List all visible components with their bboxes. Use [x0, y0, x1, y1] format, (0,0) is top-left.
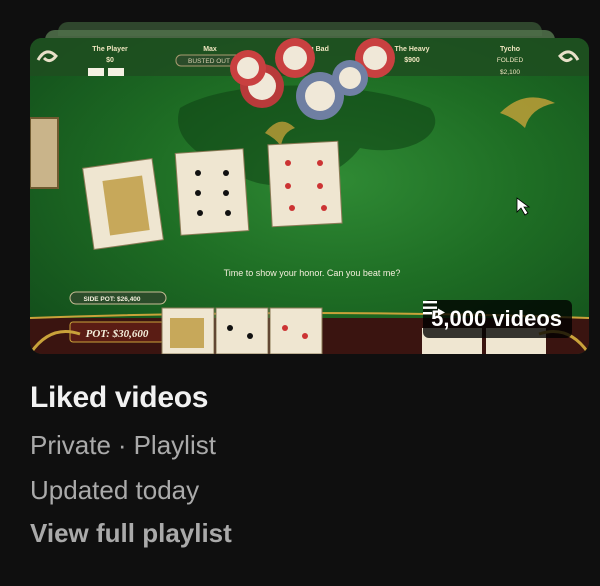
- player-name: Max: [203, 46, 217, 53]
- game-dialogue: Time to show your honor. Can you beat me…: [224, 268, 401, 278]
- playlist-queue-icon: [423, 301, 446, 316]
- visibility-label: Private: [30, 430, 111, 460]
- playlist-meta: Private · Playlist: [30, 430, 216, 461]
- player-chips: $0: [106, 57, 114, 64]
- player-name: The Heavy: [394, 46, 429, 53]
- player-status: BUSTED OUT: [188, 58, 230, 65]
- playlist-card[interactable]: The Player $0 Max BUSTED OUT Strong Bad …: [0, 0, 600, 586]
- playlist-type-label: Playlist: [133, 430, 216, 460]
- playlist-thumbnail[interactable]: The Player $0 Max BUSTED OUT Strong Bad …: [30, 38, 589, 354]
- video-count-badge: 5,000 videos: [423, 300, 572, 338]
- player-chips: $2,100: [500, 69, 520, 76]
- player-status: FOLDED: [497, 57, 524, 64]
- community-cards: [82, 140, 343, 251]
- player-name: The Player: [92, 46, 128, 53]
- player-chips: $900: [404, 57, 420, 64]
- player-name: Tycho: [500, 46, 520, 53]
- pot-label: POT: $30,600: [86, 328, 149, 340]
- video-count-label: 5,000 videos: [431, 306, 562, 331]
- playlist-title[interactable]: Liked videos: [30, 381, 208, 415]
- updated-label: Updated today: [30, 475, 200, 505]
- card-deck: [30, 117, 59, 189]
- side-pot-label: SIDE POT: $26,400: [83, 296, 140, 303]
- meta-separator: ·: [117, 430, 127, 460]
- cursor-icon: [516, 197, 531, 216]
- flame-ornament: [500, 97, 555, 128]
- view-full-playlist-link[interactable]: View full playlist: [30, 518, 232, 549]
